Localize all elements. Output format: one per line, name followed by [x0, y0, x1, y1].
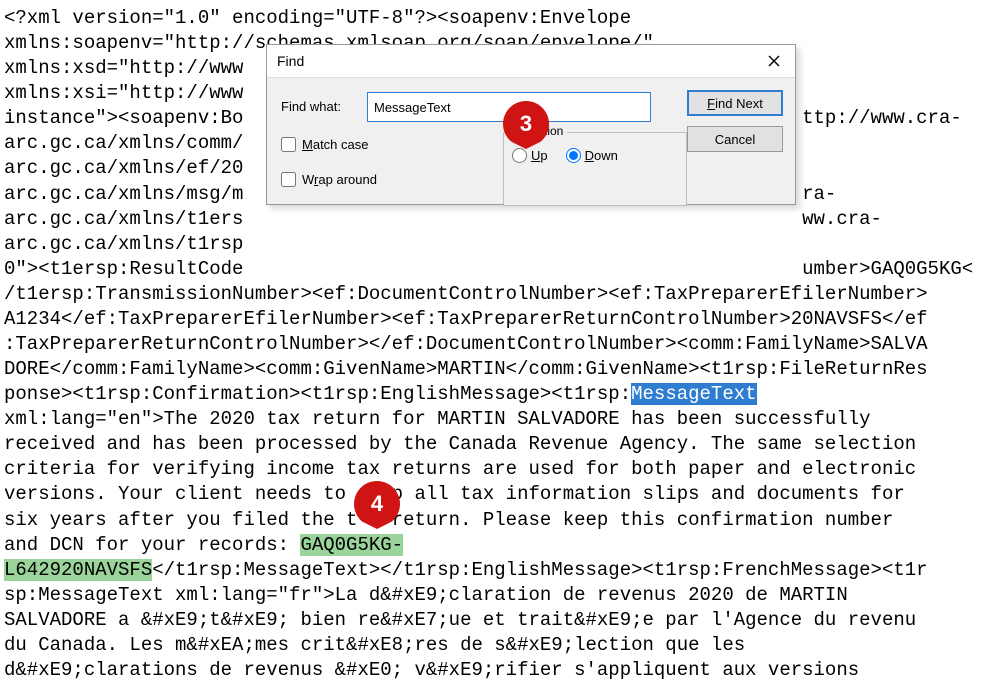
cancel-button[interactable]: Cancel — [687, 126, 783, 152]
search-match-highlight: MessageText — [631, 383, 756, 405]
find-titlebar[interactable]: Find — [267, 45, 795, 78]
find-next-button[interactable]: Find Next — [687, 90, 783, 116]
direction-down-label: Down — [585, 147, 618, 164]
direction-down-radio[interactable] — [566, 148, 581, 163]
direction-up-label: Up — [531, 147, 548, 164]
direction-up-radio[interactable] — [512, 148, 527, 163]
find-title: Find — [267, 52, 753, 70]
direction-up[interactable]: Up — [512, 147, 548, 164]
xml-text-middle: xml:lang="en">The 2020 tax return for MA… — [4, 408, 916, 555]
close-icon[interactable] — [753, 45, 795, 77]
wrap-around-label: Wrap around — [302, 171, 377, 188]
direction-down[interactable]: Down — [566, 147, 618, 164]
wrap-around-input[interactable] — [281, 172, 296, 187]
match-case-input[interactable] — [281, 137, 296, 152]
find-what-label: Find what: — [281, 98, 367, 115]
find-body: Find what: Match case Wrap around Direct… — [267, 78, 795, 204]
match-case-label: Match case — [302, 136, 369, 153]
find-what-input[interactable] — [367, 92, 651, 122]
direction-label: Direction — [512, 124, 567, 140]
find-dialog: Find Find what: Match case Wrap around D… — [266, 44, 796, 205]
direction-group: Direction Up Down — [503, 132, 687, 206]
